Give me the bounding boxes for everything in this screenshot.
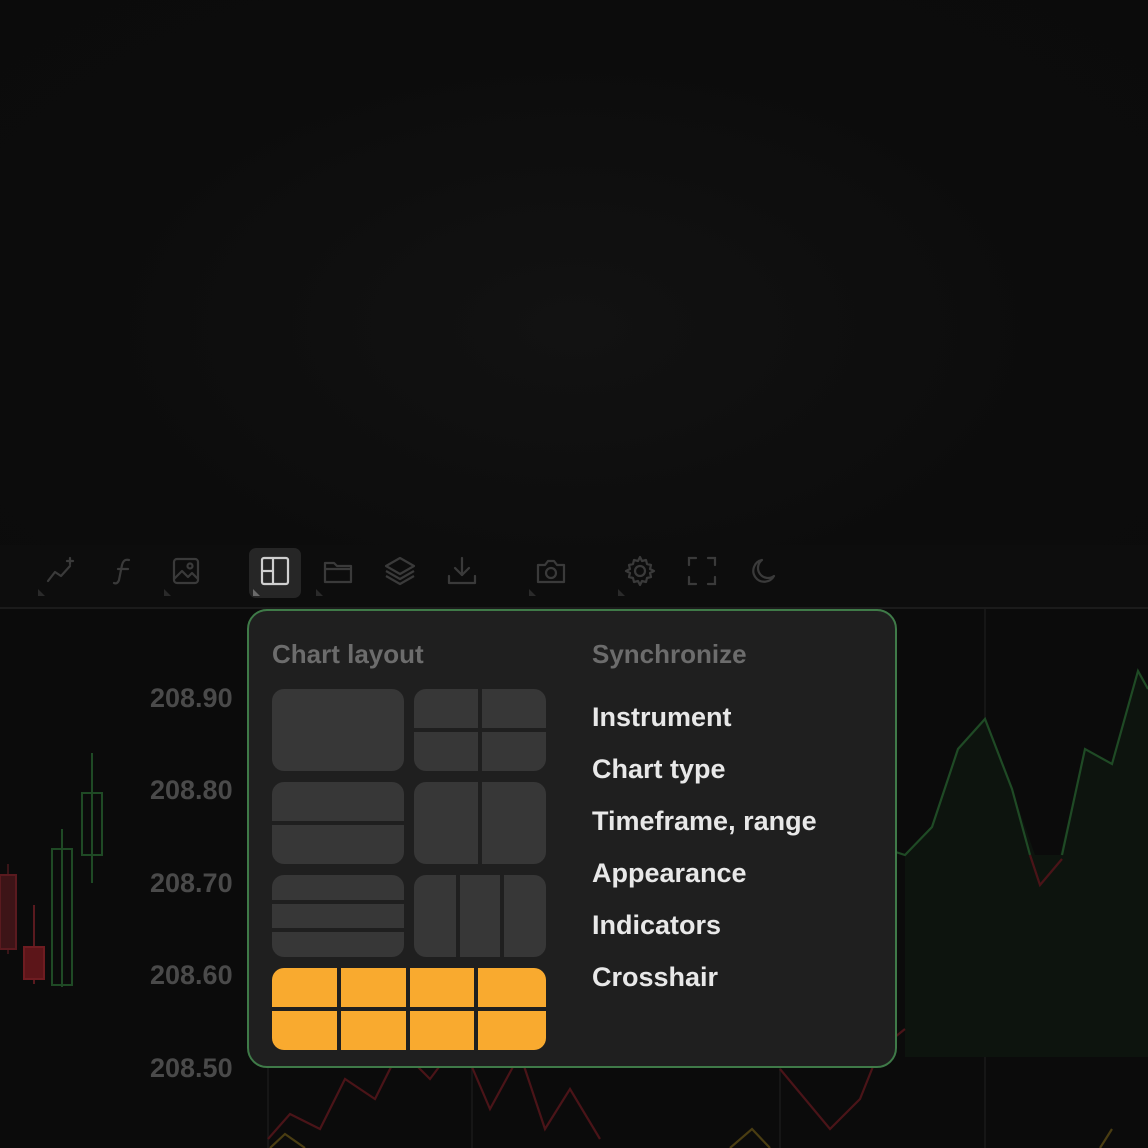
layout-single[interactable] bbox=[272, 689, 404, 771]
gear-icon bbox=[623, 554, 657, 593]
fullscreen-icon bbox=[685, 554, 719, 593]
layout-2-rows[interactable] bbox=[272, 782, 404, 864]
layout-2-columns[interactable] bbox=[414, 782, 546, 864]
price-tick: 208.90 bbox=[150, 683, 233, 713]
moon-icon bbox=[748, 554, 782, 593]
layers-icon bbox=[383, 554, 417, 593]
layers-button[interactable] bbox=[374, 548, 426, 598]
open-button[interactable] bbox=[312, 548, 364, 598]
price-tick: 208.60 bbox=[150, 960, 233, 990]
folder-icon bbox=[321, 554, 355, 593]
sync-indicators[interactable]: Indicators bbox=[592, 909, 817, 961]
price-tick: 208.70 bbox=[150, 868, 233, 898]
price-tick: 208.80 bbox=[150, 775, 233, 805]
chart-layout-popup: Chart layout Synchronize Instrument Char… bbox=[247, 609, 897, 1068]
trend-line-plus-icon bbox=[43, 554, 77, 593]
sync-crosshair[interactable]: Crosshair bbox=[592, 961, 817, 1013]
layout-3-rows[interactable] bbox=[272, 875, 404, 957]
chart-top-area bbox=[0, 0, 1148, 545]
candlesticks bbox=[0, 753, 103, 987]
fullscreen-button[interactable] bbox=[676, 548, 728, 598]
function-icon bbox=[107, 554, 141, 593]
add-trend-line-button[interactable] bbox=[34, 548, 86, 598]
download-icon bbox=[445, 554, 479, 593]
layout-2x2-grid[interactable] bbox=[414, 689, 546, 771]
theme-toggle-button[interactable] bbox=[739, 548, 791, 598]
price-tick: 208.50 bbox=[150, 1053, 233, 1083]
screenshot-button[interactable] bbox=[525, 548, 577, 598]
sync-appearance[interactable]: Appearance bbox=[592, 857, 817, 909]
settings-button[interactable] bbox=[614, 548, 666, 598]
sync-instrument[interactable]: Instrument bbox=[592, 701, 817, 753]
synchronize-options: Instrument Chart type Timeframe, range A… bbox=[592, 701, 817, 1013]
chart-layout-button[interactable] bbox=[249, 548, 301, 598]
layout-3-columns[interactable] bbox=[414, 875, 546, 957]
sync-chart-type[interactable]: Chart type bbox=[592, 753, 817, 805]
layout-icon bbox=[258, 554, 292, 593]
camera-icon bbox=[534, 554, 568, 593]
sync-timeframe-range[interactable]: Timeframe, range bbox=[592, 805, 817, 857]
download-button[interactable] bbox=[436, 548, 488, 598]
layout-2x4-grid[interactable] bbox=[272, 968, 546, 1050]
indicators-button[interactable] bbox=[98, 548, 150, 598]
image-frame-icon bbox=[169, 554, 203, 593]
drawings-button[interactable] bbox=[160, 548, 212, 598]
chart-layout-title: Chart layout bbox=[272, 639, 424, 669]
synchronize-title: Synchronize bbox=[592, 639, 747, 669]
